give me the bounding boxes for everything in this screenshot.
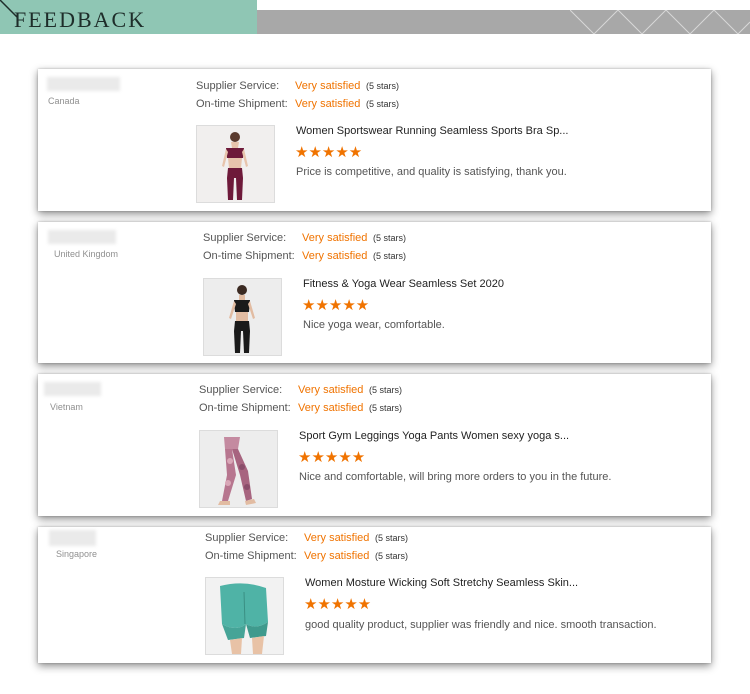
shipment-value: Very satisfied	[298, 402, 364, 414]
yoga-set-photo-icon	[204, 279, 281, 355]
product-title-link[interactable]: Women Sportswear Running Seamless Sports…	[296, 125, 568, 137]
product-title-link[interactable]: Women Mosture Wicking Soft Stretchy Seam…	[305, 577, 578, 589]
shipment-label: On-time Shipment:	[196, 98, 288, 110]
review-comment: Price is competitive, and quality is sat…	[296, 166, 567, 178]
supplier-service-value: Very satisfied	[298, 384, 364, 396]
shipment-label: On-time Shipment:	[203, 250, 295, 262]
reviewer-name-blurred	[44, 382, 101, 396]
reviewer-country: United Kingdom	[54, 249, 119, 259]
product-title-link[interactable]: Fitness & Yoga Wear Seamless Set 2020	[303, 278, 504, 290]
supplier-service-label: Supplier Service:	[196, 80, 280, 92]
star-rating: ★★★★★	[302, 297, 370, 314]
sports-bra-set-photo-icon	[197, 126, 274, 202]
product-image[interactable]	[199, 430, 278, 508]
leggings-photo-icon	[200, 431, 277, 507]
shipment-value: Very satisfied	[304, 550, 370, 562]
review-card: United Kingdom Supplier Service: Very sa…	[38, 222, 711, 363]
supplier-service-label: Supplier Service:	[203, 232, 287, 244]
reviewer-country: Singapore	[56, 549, 98, 559]
supplier-service-value: Very satisfied	[304, 532, 370, 544]
supplier-service-stars: (5 stars)	[373, 233, 407, 243]
shipment-stars: (5 stars)	[375, 551, 409, 561]
review-comment: Nice yoga wear, comfortable.	[303, 319, 445, 331]
supplier-service-stars: (5 stars)	[366, 81, 400, 91]
product-title-link[interactable]: Sport Gym Leggings Yoga Pants Women sexy…	[299, 430, 569, 442]
reviewer-country: Canada	[48, 96, 80, 106]
star-rating: ★★★★★	[304, 596, 372, 613]
review-comment: Nice and comfortable, will bring more or…	[299, 471, 612, 483]
shipment-stars: (5 stars)	[373, 251, 407, 261]
shipment-stars: (5 stars)	[366, 99, 400, 109]
feedback-banner: FEEDBACK	[0, 0, 750, 34]
star-rating: ★★★★★	[298, 449, 366, 466]
product-image[interactable]	[203, 278, 282, 356]
shipment-value: Very satisfied	[295, 98, 361, 110]
reviewer-name-blurred	[49, 530, 96, 546]
zigzag-decoration-icon	[570, 10, 750, 34]
product-image[interactable]	[205, 577, 284, 655]
supplier-service-stars: (5 stars)	[369, 385, 403, 395]
shipment-value: Very satisfied	[302, 250, 368, 262]
shipment-stars: (5 stars)	[369, 403, 403, 413]
reviewer-country: Vietnam	[50, 402, 83, 412]
product-image[interactable]	[196, 125, 275, 203]
shipment-label: On-time Shipment:	[199, 402, 291, 414]
page-title: FEEDBACK	[14, 7, 147, 32]
biker-shorts-photo-icon	[206, 578, 283, 654]
shipment-label: On-time Shipment:	[205, 550, 297, 562]
review-card: Singapore Supplier Service: Very satisfi…	[38, 527, 711, 663]
reviewer-name-blurred	[47, 77, 120, 91]
supplier-service-label: Supplier Service:	[199, 384, 283, 396]
review-card: Vietnam Supplier Service: Very satisfied…	[38, 374, 711, 516]
reviewer-name-blurred	[48, 230, 116, 244]
supplier-service-value: Very satisfied	[295, 80, 361, 92]
review-card: Canada Supplier Service: Very satisfied …	[38, 69, 711, 211]
supplier-service-stars: (5 stars)	[375, 533, 409, 543]
star-rating: ★★★★★	[295, 144, 363, 161]
supplier-service-value: Very satisfied	[302, 232, 368, 244]
supplier-service-label: Supplier Service:	[205, 532, 289, 544]
review-comment: good quality product, supplier was frien…	[305, 619, 657, 631]
